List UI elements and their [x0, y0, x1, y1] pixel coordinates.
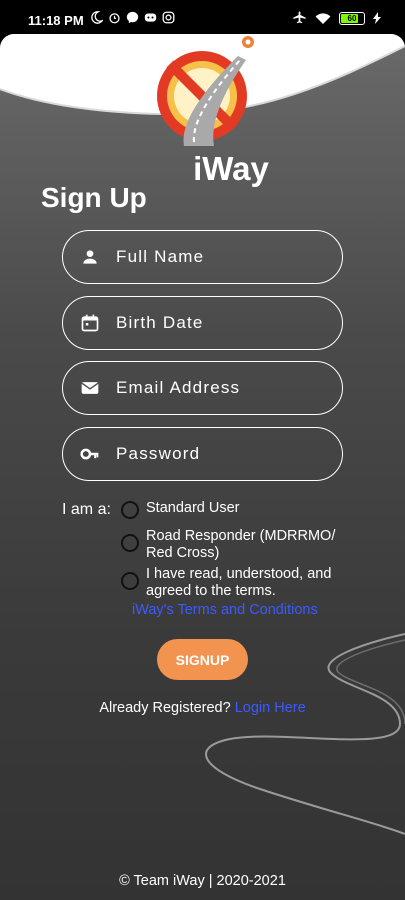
calendar-icon	[81, 314, 99, 332]
role-label: I am a:	[62, 501, 111, 518]
radio-button[interactable]	[121, 501, 139, 519]
iway-logo-icon	[157, 36, 254, 146]
key-icon	[80, 448, 99, 460]
alarm-icon	[109, 13, 120, 24]
login-link[interactable]: Login Here	[235, 700, 306, 716]
terms-agree-option[interactable]: I have read, understood, and agreed to t…	[121, 566, 341, 600]
password-input[interactable]	[116, 444, 316, 464]
status-system-icons: 60	[292, 11, 381, 25]
full-name-field[interactable]	[62, 230, 343, 284]
birth-date-field[interactable]	[62, 296, 343, 350]
wifi-icon	[315, 12, 331, 24]
envelope-icon	[81, 382, 99, 394]
terms-link[interactable]: iWay's Terms and Conditions	[132, 602, 318, 618]
radio-button[interactable]	[121, 572, 139, 590]
messenger-icon	[126, 11, 139, 24]
airplane-mode-icon	[293, 11, 306, 24]
email-input[interactable]	[116, 378, 316, 398]
battery-icon: 60	[339, 11, 365, 25]
status-bar: 11:18 PM 60	[0, 0, 405, 36]
email-field[interactable]	[62, 361, 343, 415]
terms-agree-label: I have read, understood, and agreed to t…	[146, 566, 332, 599]
footer-text: © Team iWay | 2020-2021	[119, 873, 286, 889]
status-notification-icons	[90, 11, 175, 24]
role-option-label: Road Responder (MDRRMO/ Red Cross)	[146, 528, 336, 561]
role-option-standard-user[interactable]: Standard User	[121, 500, 336, 519]
already-registered-text: Already Registered?	[99, 700, 231, 716]
moon-icon	[91, 11, 103, 24]
page-title: Sign Up	[41, 182, 147, 213]
full-name-input[interactable]	[116, 247, 316, 267]
role-option-label: Standard User	[146, 500, 240, 516]
signup-screen: iWay Sign Up I am a: Standard User Road …	[0, 34, 405, 900]
charging-icon	[373, 12, 381, 24]
discord-icon	[144, 13, 157, 22]
person-icon	[83, 250, 97, 264]
login-prompt: Already Registered? Login Here	[0, 700, 405, 716]
instagram-icon	[162, 11, 175, 24]
signup-button[interactable]: SIGNUP	[157, 639, 248, 680]
birth-date-input[interactable]	[116, 313, 316, 333]
battery-level: 60	[347, 13, 357, 23]
radio-button[interactable]	[121, 534, 139, 552]
role-option-road-responder[interactable]: Road Responder (MDRRMO/ Red Cross)	[121, 528, 341, 562]
app-name-text: iWay	[193, 150, 269, 187]
password-field[interactable]	[62, 427, 343, 481]
status-time: 11:18 PM	[28, 13, 84, 28]
